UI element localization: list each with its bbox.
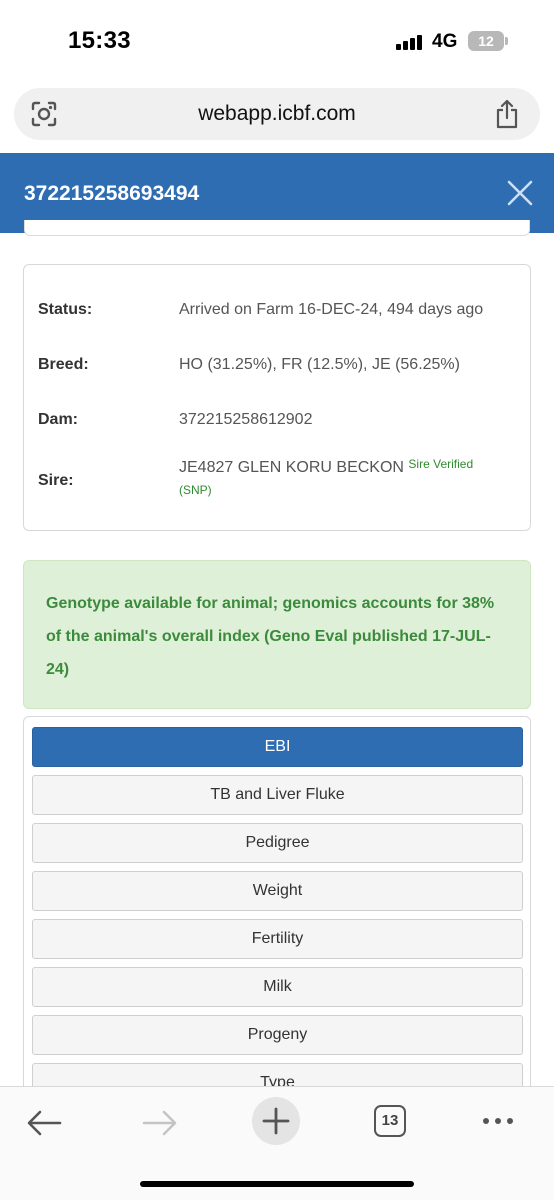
previous-card-edge [24,220,530,236]
tab-weight[interactable]: Weight [32,871,523,911]
home-indicator [140,1181,414,1187]
genotype-notice-text: Genotype available for animal; genomics … [46,595,495,678]
battery-tip [505,37,508,45]
sire-verified-badge: Sire Verified [408,457,474,471]
network-type: 4G [432,31,458,52]
breed-label: Breed: [38,356,89,373]
forward-arrow-icon[interactable] [138,1103,182,1143]
close-icon[interactable] [506,179,534,207]
sire-verified-method: (SNP) [179,483,212,497]
tab-ebi[interactable]: EBI [32,727,523,767]
sire-value-row: JE4827 GLEN KORU BECKON Sire Verified [179,457,474,477]
evaluation-tabs: EBI TB and Liver Fluke Pedigree Weight F… [23,716,531,1096]
tab-switcher-button[interactable]: 13 [374,1105,406,1137]
dam-label: Dam: [38,411,79,428]
sire-value: JE4827 GLEN KORU BECKON [179,459,404,476]
battery-icon: 12 [468,31,504,51]
tab-fertility[interactable]: Fertility [32,919,523,959]
status-bar: 15:33 4G 12 [0,0,554,80]
status-label: Status: [38,301,93,318]
animal-info-card: Status: Arrived on Farm 16-DEC-24, 494 d… [23,264,531,531]
tab-milk[interactable]: Milk [32,967,523,1007]
sire-label: Sire: [38,472,74,489]
signal-icon [396,34,424,50]
more-dots-icon[interactable] [476,1103,520,1143]
plus-icon [262,1107,290,1135]
genotype-notice: Genotype available for animal; genomics … [23,560,531,709]
url-text[interactable]: webapp.icbf.com [14,102,540,126]
tab-tb-liver-fluke[interactable]: TB and Liver Fluke [32,775,523,815]
share-icon[interactable] [494,99,520,129]
tab-progeny[interactable]: Progeny [32,1015,523,1055]
dam-value: 372215258612902 [179,411,313,428]
status-time: 15:33 [68,27,131,54]
address-bar[interactable]: webapp.icbf.com [14,88,540,140]
back-arrow-icon[interactable] [22,1103,66,1143]
tab-pedigree[interactable]: Pedigree [32,823,523,863]
breed-value: HO (31.25%), FR (12.5%), JE (56.25%) [179,356,460,373]
new-tab-button[interactable] [252,1097,300,1145]
status-value: Arrived on Farm 16-DEC-24, 494 days ago [179,301,484,318]
animal-tag-title: 372215258693494 [24,182,200,205]
